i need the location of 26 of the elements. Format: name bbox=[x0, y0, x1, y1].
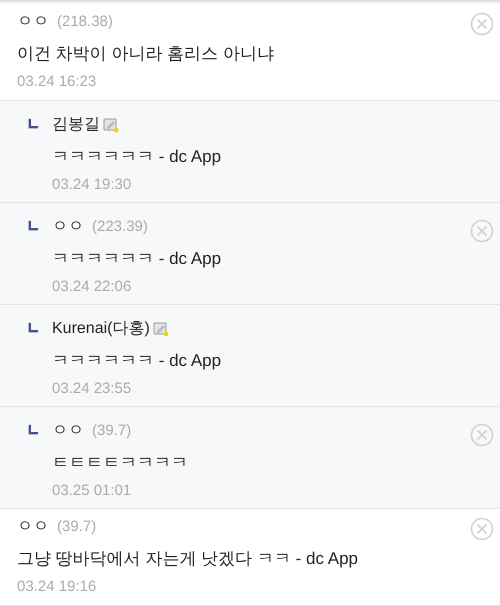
comment-time: 03.24 19:30 bbox=[52, 175, 132, 195]
comment-ip: (39.7) bbox=[92, 420, 132, 441]
delete-icon[interactable] bbox=[470, 423, 494, 447]
comment-author: ㅇㅇ bbox=[52, 217, 84, 237]
comment-text: ㅋㅋㅋㅋㅋㅋ - dc App bbox=[52, 248, 222, 270]
comment-ip: (39.7) bbox=[57, 516, 96, 537]
comment-text: ㅌㅌㅌㅌㅋㅋㅋㅋ bbox=[52, 452, 189, 474]
delete-icon[interactable] bbox=[470, 12, 494, 36]
delete-icon[interactable] bbox=[470, 219, 494, 243]
comment-author: ㅇㅇ bbox=[17, 517, 49, 537]
comment-ip: (223.39) bbox=[92, 216, 148, 237]
comment-time: 03.24 16:23 bbox=[17, 72, 98, 92]
comment-author: ㅇㅇ bbox=[17, 12, 49, 32]
comment-author: 김봉길 bbox=[52, 115, 100, 135]
comment-time: 03.25 01:01 bbox=[52, 481, 132, 501]
comment-author: ㅇㅇ bbox=[52, 421, 84, 441]
comment-time: 03.24 22:06 bbox=[52, 277, 132, 297]
comment-text: ㅋㅋㅋㅋㅋㅋ - dc App bbox=[52, 146, 222, 168]
comment-author: Kurenai(다홍) bbox=[52, 319, 150, 339]
comment-text: 그냥 땅바닥에서 자는게 낫겠다 ㅋㅋ - dc App bbox=[17, 548, 359, 570]
comment-text: ㅋㅋㅋㅋㅋㅋ - dc App bbox=[52, 350, 222, 372]
comment-text: 이건 차박이 아니라 홈리스 아니냐 bbox=[17, 43, 275, 65]
comment-time: 03.24 23:55 bbox=[52, 379, 132, 399]
comment-time: 03.24 19:16 bbox=[17, 577, 98, 597]
delete-icon[interactable] bbox=[470, 517, 494, 541]
comment-ip: (218.38) bbox=[57, 12, 113, 32]
